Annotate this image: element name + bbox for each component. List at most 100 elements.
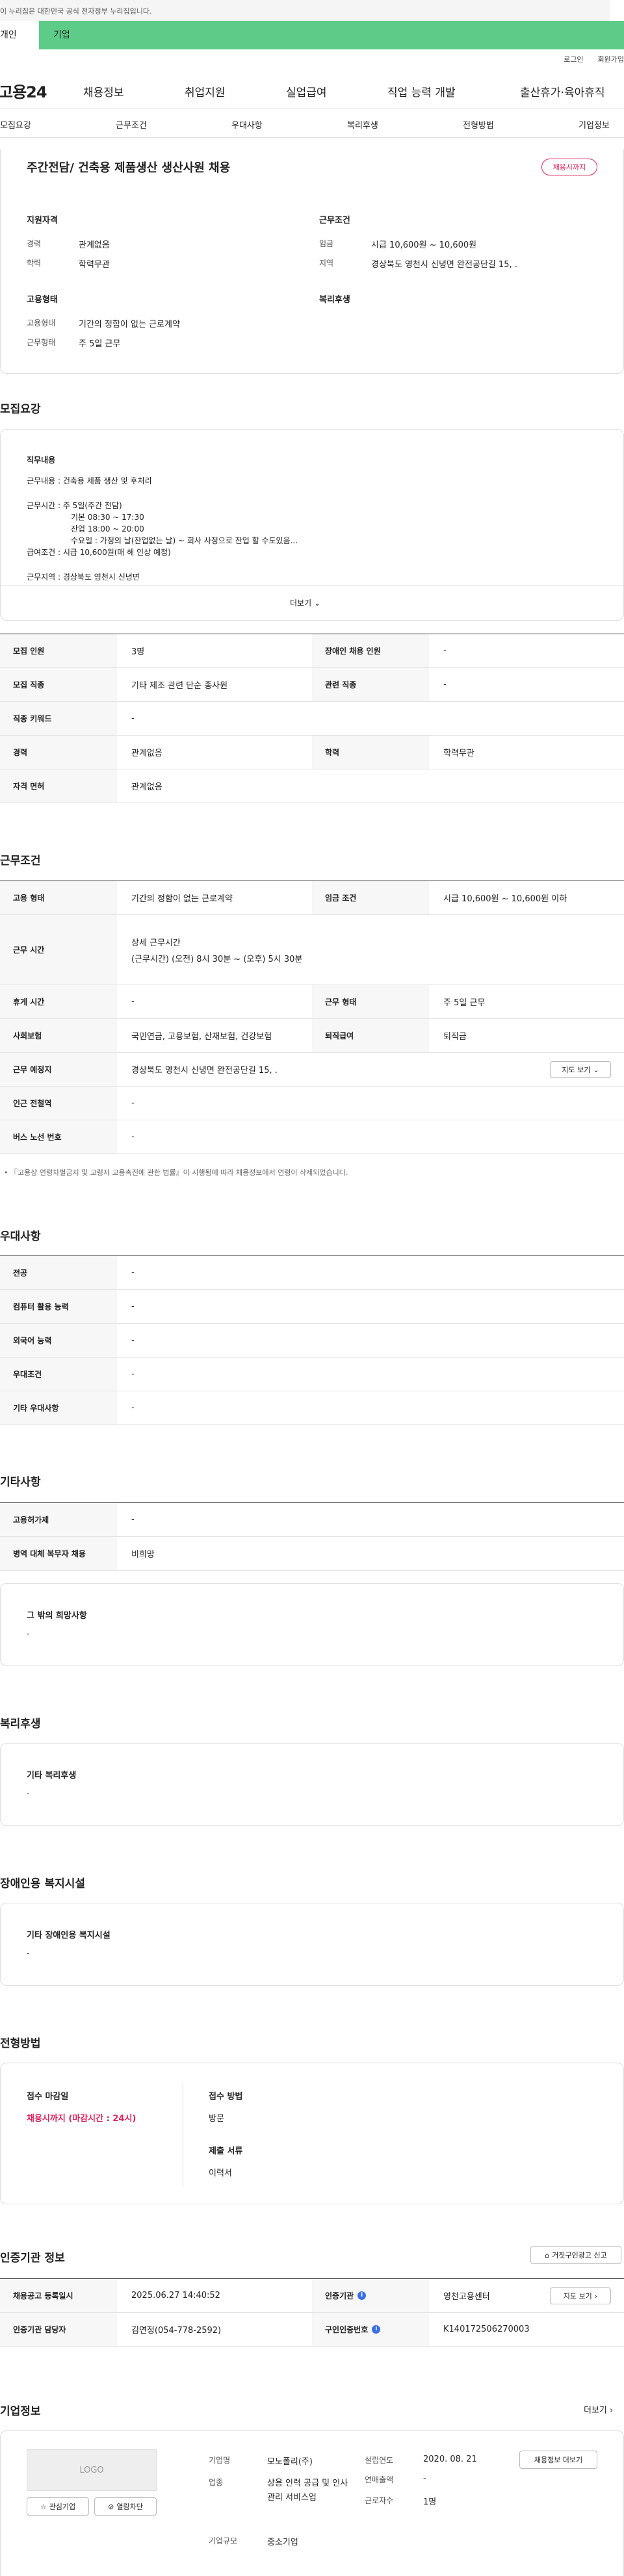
table-header-cell: 퇴직급여 xyxy=(312,1019,429,1052)
table-header-cell: 고용 형태 xyxy=(0,881,117,914)
desc-line: 수요일 : 가정의 날(잔업없는 날) ~ 회사 사정으로 잔업 할 수도있음.… xyxy=(71,536,298,545)
founded-value: 2020. 08. 21 xyxy=(423,2454,477,2464)
tab-personal[interactable]: 개인 xyxy=(0,21,39,49)
join-link[interactable]: 회원가입 xyxy=(598,54,624,64)
gnb-item-training[interactable]: 직업 능력 개발 xyxy=(387,83,456,99)
section-title-etc: 기타사항 xyxy=(0,1476,41,1489)
tab-company[interactable]: 기업 xyxy=(39,21,624,49)
table-header-cell: 근무 형태 xyxy=(312,985,429,1018)
job-description-card: 직무내용 근무내용 : 건축용 제품 생산 및 후처리 근무시간 : 주 5일(… xyxy=(0,429,624,621)
lnb-welfare[interactable]: 복리후생 xyxy=(347,118,378,131)
agency-map-button[interactable]: 지도 보기 › xyxy=(550,2287,611,2304)
block-icon: ⊘ xyxy=(108,2502,114,2511)
company-name-label: 기업명 xyxy=(209,2456,231,2465)
info-icon[interactable]: i xyxy=(372,2325,381,2334)
table-cell: 기간의 정함이 없는 근로계약 xyxy=(131,894,233,904)
login-link[interactable]: 로그인 xyxy=(564,54,583,64)
founded-label: 설립연도 xyxy=(365,2456,394,2465)
table-row: 인증기관 담당자 김연정(054-778-2592) 구인인증번호 i K1401725… xyxy=(0,2313,624,2347)
welfare-title: 복리후생 xyxy=(319,295,350,305)
table-header-cell: 외국어 능력 xyxy=(0,1324,117,1357)
table-header-cell: 컴퓨터 활용 능력 xyxy=(0,1290,117,1323)
chevron-down-icon: ⌄ xyxy=(313,599,321,608)
interest-button[interactable]: ☆ 관심기업 xyxy=(27,2497,89,2516)
table-cell: 상세 근무시간 (근무시간) (오전) 8시 30분 ~ (오후) 5시 30분 xyxy=(131,938,303,964)
career-label: 경력 xyxy=(27,239,42,248)
docs-label: 제출 서류 xyxy=(209,2146,243,2156)
desc-line: 기본 08:30 ~ 17:30 xyxy=(71,513,144,522)
table-header-cell: 경력 xyxy=(0,736,117,769)
deadline-value: 채용시까지 (마감시간 : 24시) xyxy=(27,2114,136,2124)
table-row: 병역 대체 복무자 채용 비희망 xyxy=(0,1537,624,1571)
gnb-item-benefits[interactable]: 실업급여 xyxy=(286,83,327,99)
work-type-label: 근무형태 xyxy=(27,338,56,347)
global-nav: 고용24 채용정보 취업지원 실업급여 직업 능력 개발 출산휴가·육아휴직 xyxy=(0,69,624,109)
gnb-item-employment[interactable]: 취업지원 xyxy=(185,83,226,99)
welfare-value: - xyxy=(27,1789,30,1799)
site-logo[interactable]: 고용24 xyxy=(0,79,47,102)
utility-bar: 로그인 회원가입 xyxy=(0,49,624,69)
table-header-cell: 임금 조건 xyxy=(312,881,429,914)
gnb-item-jobs[interactable]: 채용정보 xyxy=(83,83,124,99)
table-row: 채용공고 등록일시 2025.06.27 14:40:52 인증기관 i 영천고용센터 … xyxy=(0,2279,624,2313)
section-title-work: 근무조건 xyxy=(0,855,41,868)
edu-value: 학력무관 xyxy=(79,260,110,270)
map-button[interactable]: 지도 보기 ⌄ xyxy=(550,1061,611,1078)
table-row: 전공 - xyxy=(0,1256,624,1290)
table-header-cell: 근무 시간 xyxy=(0,915,117,985)
block-button[interactable]: ⊘ 열람차단 xyxy=(94,2497,157,2516)
table-cell: 국민연금, 고용보험, 산재보험, 건강보험 xyxy=(131,1032,272,1042)
section-title-company: 기업정보 xyxy=(0,2405,41,2418)
table-header-cell: 모집 인원 xyxy=(0,634,117,667)
table-row: 휴게 시간 - 근무 형태 주 5일 근무 xyxy=(0,985,624,1019)
emp-type-value: 기간의 정함이 없는 근로계약 xyxy=(79,320,180,329)
table-cell: 퇴직금 xyxy=(443,1032,467,1042)
desc-line: 근무시간 : 주 5일(주간 전담) xyxy=(27,501,122,510)
section-title-disabled: 장애인용 복지시설 xyxy=(0,1877,86,1890)
gnb-item-leave[interactable]: 출산휴가·육아휴직 xyxy=(520,83,605,99)
sales-label: 연매출액 xyxy=(365,2475,394,2484)
table-cell: 시급 10,600원 ~ 10,600원 이하 xyxy=(443,894,567,904)
method-label: 접수 방법 xyxy=(209,2092,243,2102)
table-cell: 김연정(054-778-2592) xyxy=(131,2326,222,2336)
table-header-cell: 휴게 시간 xyxy=(0,985,117,1018)
section-nav: 모집요강 근무조건 우대사항 복리후생 전형방법 기업정보 xyxy=(0,109,624,138)
lnb-recruit[interactable]: 모집요강 xyxy=(0,118,31,131)
table-cell: 비희망 xyxy=(131,1550,155,1560)
age-notice: • 『고용상 연령차별금지 및 고령자 고용촉진에 관한 법률』이 시행됨에 따… xyxy=(4,1168,348,1177)
career-value: 관계없음 xyxy=(79,240,110,250)
size-label: 기업규모 xyxy=(209,2536,238,2545)
employees-value: 1명 xyxy=(423,2497,437,2507)
table-header-cell: 학력 xyxy=(312,736,429,769)
info-icon[interactable]: i xyxy=(358,2291,367,2300)
company-logo: LOGO xyxy=(27,2449,157,2491)
deadline-label: 접수 마감일 xyxy=(27,2092,69,2102)
table-header-cell: 모집 직종 xyxy=(0,668,117,701)
lnb-work[interactable]: 근무조건 xyxy=(116,118,147,131)
table-header-cell: 병역 대체 복무자 채용 xyxy=(0,1537,117,1570)
employees-label: 근로자수 xyxy=(365,2496,394,2505)
company-jobs-button[interactable]: 채용정보 더보기 xyxy=(519,2451,597,2469)
company-more-link[interactable]: 더보기 › xyxy=(584,2403,613,2415)
table-cell: 기타 제조 관련 단순 종사원 xyxy=(131,681,228,691)
edu-label: 학력 xyxy=(27,259,42,268)
industry-value: 상용 인력 공급 및 인사관리 서비스업 xyxy=(267,2479,348,2503)
lnb-process[interactable]: 전형방법 xyxy=(463,118,494,131)
table-cell: - xyxy=(131,1132,135,1142)
table-header-cell: 전공 xyxy=(0,1256,117,1289)
report-button[interactable]: ⌂ 거짓구인광고 신고 xyxy=(530,2246,621,2264)
wish-value: - xyxy=(27,1629,30,1639)
table-cell: 2025.06.27 14:40:52 xyxy=(131,2291,220,2300)
more-button[interactable]: 더보기 ⌄ xyxy=(290,597,320,608)
lnb-pref[interactable]: 우대사항 xyxy=(231,118,263,131)
lnb-company[interactable]: 기업정보 xyxy=(578,118,610,131)
work-type-value: 주 5일 근무 xyxy=(79,339,121,349)
table-row: 기타 우대사항 - xyxy=(0,1391,624,1425)
table-row: 모집 직종 기타 제조 관련 단순 종사원 관련 직종 - xyxy=(0,668,624,702)
table-row: 근무 예정지 경상북도 영천시 신녕면 완전공단길 15, . 지도 보기 ⌄ xyxy=(0,1053,624,1087)
table-header-cell: 근무 예정지 xyxy=(0,1053,117,1086)
table-header-cell: 인증기관 i xyxy=(312,2279,429,2312)
wish-title: 그 밖의 희망사항 xyxy=(27,1611,87,1621)
area-label: 지역 xyxy=(319,259,334,268)
emp-type-label: 고용형태 xyxy=(27,318,56,328)
